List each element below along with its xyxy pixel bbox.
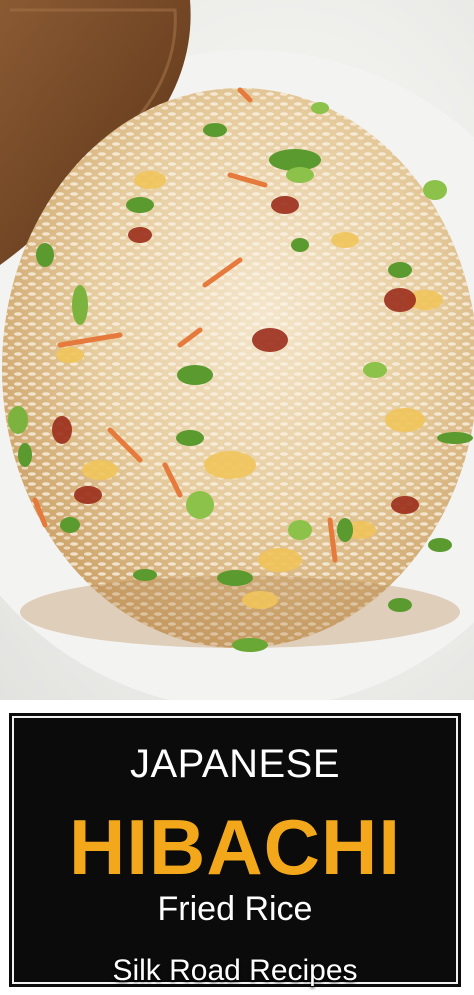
title-cuisine: JAPANESE	[130, 742, 340, 786]
title-banner: JAPANESE HIBACHI Fried Rice Silk Road Re…	[0, 700, 474, 995]
brand-name: Silk Road Recipes	[112, 954, 358, 987]
fried-rice-photo	[0, 0, 474, 700]
title-main: HIBACHI	[69, 803, 401, 891]
title-dish: Fried Rice	[157, 890, 313, 928]
fried-rice-illustration	[0, 0, 474, 700]
title-panel: JAPANESE HIBACHI Fried Rice Silk Road Re…	[9, 713, 461, 987]
rice-dome	[2, 88, 474, 648]
